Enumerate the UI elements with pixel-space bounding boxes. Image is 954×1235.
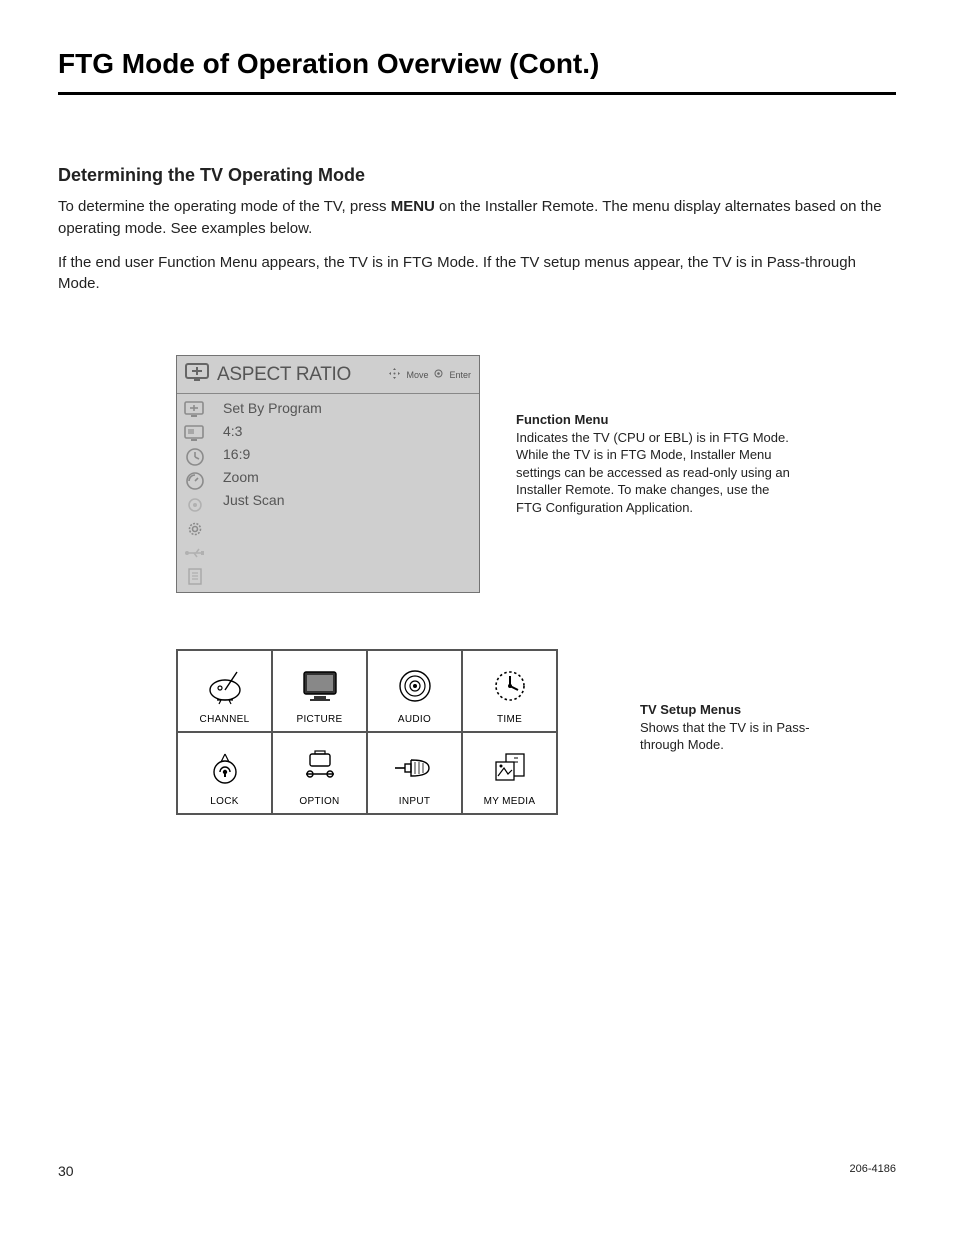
setup-cell-channel: CHANNEL xyxy=(177,650,272,732)
fm-item-4-3: 4:3 xyxy=(223,423,471,439)
nav-move-label: Move xyxy=(406,370,428,380)
setup-label-input: INPUT xyxy=(399,796,431,807)
input-icon xyxy=(391,746,439,790)
setup-label-channel: CHANNEL xyxy=(200,714,250,725)
function-menu-title: ASPECT RATIO xyxy=(217,364,389,386)
setup-label-picture: PICTURE xyxy=(297,714,343,725)
section-heading: Determining the TV Operating Mode xyxy=(58,165,896,186)
setup-cell-time: TIME xyxy=(462,650,557,732)
callout-fm-body: Indicates the TV (CPU or EBL) is in FTG … xyxy=(516,429,791,517)
figure-function-menu: ASPECT RATIO Move Enter xyxy=(58,355,896,593)
setup-cell-input: INPUT xyxy=(367,732,462,814)
callout-setup-menus: TV Setup Menus Shows that the TV is in P… xyxy=(640,701,820,754)
fm-item-16-9: 16:9 xyxy=(223,446,471,462)
gear-icon xyxy=(181,518,209,540)
callout-sm-body: Shows that the TV is in Pass-through Mod… xyxy=(640,719,820,754)
paragraph-1: To determine the operating mode of the T… xyxy=(58,196,896,240)
nav-enter-icon xyxy=(434,369,443,380)
callout-sm-title: TV Setup Menus xyxy=(640,701,820,719)
setup-label-option: OPTION xyxy=(299,796,339,807)
callout-fm-title: Function Menu xyxy=(516,411,791,429)
setup-label-mymedia: MY MEDIA xyxy=(484,796,536,807)
fm-item-zoom: Zoom xyxy=(223,469,471,485)
timer-icon xyxy=(181,470,209,492)
lock-icon xyxy=(203,746,247,790)
setup-label-time: TIME xyxy=(497,714,522,725)
mymedia-icon xyxy=(488,746,532,790)
nav-move-icon xyxy=(389,368,400,381)
document-icon xyxy=(181,566,209,588)
aspect-ratio-icon xyxy=(185,362,211,387)
aspect-icon xyxy=(181,398,209,420)
time-icon xyxy=(488,664,532,708)
usb-icon xyxy=(181,542,209,564)
fm-item-set-by-program: Set By Program xyxy=(223,400,471,416)
nav-hints: Move Enter xyxy=(389,368,471,381)
setup-label-lock: LOCK xyxy=(210,796,238,807)
paragraph-2: If the end user Function Menu appears, t… xyxy=(58,252,896,296)
menu-key: MENU xyxy=(391,198,435,215)
callout-function-menu: Function Menu Indicates the TV (CPU or E… xyxy=(516,411,791,516)
setup-cell-picture: PICTURE xyxy=(272,650,367,732)
picture-icon xyxy=(298,664,342,708)
function-menu-list: Set By Program 4:3 16:9 Zoom Just Scan xyxy=(215,394,479,592)
setup-row-1: CHANNEL PICTURE AUDIO xyxy=(177,650,557,732)
doc-number: 206-4186 xyxy=(850,1163,897,1179)
audio-icon xyxy=(393,664,437,708)
page-title: FTG Mode of Operation Overview (Cont.) xyxy=(58,48,896,95)
page-footer: 30 206-4186 xyxy=(58,1163,896,1179)
nav-enter-label: Enter xyxy=(449,370,471,380)
channel-icon xyxy=(203,664,247,708)
fm-item-just-scan: Just Scan xyxy=(223,492,471,508)
setup-menu-grid: CHANNEL PICTURE AUDIO xyxy=(176,649,558,815)
picture-mode-icon xyxy=(181,422,209,444)
figure-setup-menus: CHANNEL PICTURE AUDIO xyxy=(58,649,896,815)
setup-cell-lock: LOCK xyxy=(177,732,272,814)
setup-cell-audio: AUDIO xyxy=(367,650,462,732)
setup-cell-option: OPTION xyxy=(272,732,367,814)
function-menu-icons xyxy=(177,394,215,592)
para1-a: To determine the operating mode of the T… xyxy=(58,198,391,215)
page-number: 30 xyxy=(58,1163,74,1179)
setup-row-2: LOCK OPTION INPUT xyxy=(177,732,557,814)
misc-icon xyxy=(181,494,209,516)
function-menu-box: ASPECT RATIO Move Enter xyxy=(176,355,480,593)
function-menu-header: ASPECT RATIO Move Enter xyxy=(177,356,479,394)
option-icon xyxy=(298,746,342,790)
setup-label-audio: AUDIO xyxy=(398,714,431,725)
function-menu-body: Set By Program 4:3 16:9 Zoom Just Scan xyxy=(177,394,479,592)
setup-cell-mymedia: MY MEDIA xyxy=(462,732,557,814)
clock-icon xyxy=(181,446,209,468)
